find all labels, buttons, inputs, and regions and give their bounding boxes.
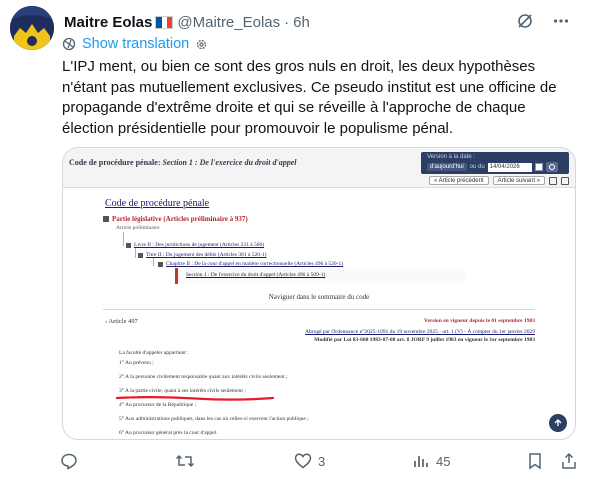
header-icons xyxy=(516,12,570,30)
next-article-button[interactable]: Article suivant » xyxy=(492,176,545,185)
code-title[interactable]: Code de procédure pénale xyxy=(105,198,209,209)
translation-settings-icon[interactable] xyxy=(195,38,208,51)
reply-icon xyxy=(61,453,77,470)
share-button[interactable] xyxy=(561,452,577,470)
partie-legislative[interactable]: Partie législative (Articles préliminair… xyxy=(112,215,248,223)
views-button[interactable]: 45 xyxy=(412,452,450,470)
like-button[interactable]: 3 xyxy=(294,452,325,470)
bookmark-button[interactable] xyxy=(527,452,543,470)
article-label: Article 497 xyxy=(108,318,138,325)
tree-livre[interactable]: Livre II : Des juridictions de jugement … xyxy=(126,242,264,248)
tree-chapitre[interactable]: Chapitre II : De la cour d'appel en mati… xyxy=(158,261,343,267)
retweet-icon xyxy=(175,454,195,468)
article-line: 2° A la personne civilement responsable … xyxy=(119,374,288,380)
tree-titre[interactable]: Titre II : Du jugement des délits (Artic… xyxy=(138,252,266,258)
article-line: 5° Aux administrations publiques, dans l… xyxy=(119,416,309,422)
red-underline-annotation xyxy=(115,396,275,401)
reply-button[interactable] xyxy=(60,452,84,470)
heart-icon xyxy=(294,453,312,469)
legifrance-toolbar: Code de procédure pénale: Section 1 : De… xyxy=(63,148,575,188)
calendar-icon[interactable] xyxy=(534,163,543,171)
modification-note: Modifié par Loi 83-608 1983-07-08 art. 8… xyxy=(314,337,535,343)
article-line: 1° Au prévenu ; xyxy=(119,360,154,366)
article-line: La faculté d'appeler appartient : xyxy=(119,350,189,356)
more-options-icon[interactable] xyxy=(552,12,570,30)
retweet-button[interactable] xyxy=(175,452,201,470)
chapitre-label[interactable]: Chapitre II : De la cour d'appel en mati… xyxy=(166,261,343,267)
article-line: 4° Au procureur de la République ; xyxy=(119,402,197,408)
date-label: Version à la date : xyxy=(427,154,476,160)
divider xyxy=(103,309,535,310)
grok-icon[interactable] xyxy=(516,12,534,30)
collapse-icon[interactable] xyxy=(103,216,109,222)
like-count: 3 xyxy=(318,453,326,469)
author-avatar[interactable] xyxy=(10,6,54,50)
tree-line xyxy=(123,232,124,246)
legifrance-header-title: Code de procédure pénale: Section 1 : De… xyxy=(69,158,296,167)
tweet-actions: 3 45 xyxy=(0,452,592,476)
author-name[interactable]: Maitre Eolas xyxy=(64,14,152,31)
legifrance-content: Code de procédure pénale Partie législat… xyxy=(63,189,575,439)
separator-dot: · xyxy=(284,13,290,31)
partie-row: Partie législative (Articles préliminair… xyxy=(103,215,248,223)
today-button[interactable]: d'aujourd'hui xyxy=(427,163,467,171)
header-prefix: Code de procédure pénale: xyxy=(69,158,161,167)
date-input[interactable]: 14/04/2026 xyxy=(487,162,532,172)
previous-article-button[interactable]: « Article précédent xyxy=(428,176,489,185)
version-status: Version en vigueur depuis le 01 septembr… xyxy=(424,318,535,324)
tweet-header: Maitre Eolas @Maitre_Eolas · 6h xyxy=(64,12,584,32)
copy-icon[interactable] xyxy=(561,176,569,185)
article-number[interactable]: › Article 497 xyxy=(105,318,138,325)
tweet-text: L'IPJ ment, ou bien ce sont des gros nul… xyxy=(62,58,557,137)
navigate-summary[interactable]: Naviguer dans le sommaire du code xyxy=(63,293,575,301)
collapse-icon[interactable] xyxy=(138,252,143,258)
abrogation-link[interactable]: Abrogé par Ordonnance n°2025-1091 du 19 … xyxy=(305,329,535,335)
header-section: Section 1 : De l'exercice du droit d'app… xyxy=(162,158,297,167)
attached-image[interactable]: Code de procédure pénale: Section 1 : De… xyxy=(62,147,576,440)
current-section[interactable]: Section 1 : De l'exercice du droit d'app… xyxy=(175,268,465,284)
tree-line xyxy=(153,258,154,266)
date-or-label: ou du xyxy=(469,164,485,170)
titre-label[interactable]: Titre II : Du jugement des délits (Artic… xyxy=(146,252,266,258)
section-label[interactable]: Section 1 : De l'exercice du droit d'app… xyxy=(186,272,325,278)
tree-line xyxy=(135,248,136,258)
collapse-icon[interactable] xyxy=(126,242,131,248)
share-icon xyxy=(562,452,576,469)
show-translation-link[interactable]: Show translation xyxy=(82,36,189,52)
tweet-time[interactable]: 6h xyxy=(293,14,310,31)
article-line: 6° Au procureur général près la cour d'a… xyxy=(119,430,218,436)
article-nav: « Article précédent Article suivant » xyxy=(428,176,569,185)
livre-label[interactable]: Livre II : Des juridictions de jugement … xyxy=(134,242,264,248)
search-icon[interactable] xyxy=(545,162,558,172)
print-icon[interactable] xyxy=(549,176,557,185)
scroll-top-button[interactable] xyxy=(549,414,567,432)
french-flag-icon xyxy=(155,15,174,29)
collapse-icon[interactable] xyxy=(158,261,163,267)
version-date-box: Version à la date : d'aujourd'hui ou du … xyxy=(421,152,569,174)
arrow-up-icon xyxy=(554,419,562,426)
views-count: 45 xyxy=(436,453,451,469)
article-preliminaire[interactable]: Article préliminaire xyxy=(116,225,160,231)
date-row: d'aujourd'hui ou du 14/04/2026 xyxy=(427,162,558,172)
translate-icon xyxy=(62,37,76,51)
show-translation[interactable]: Show translation xyxy=(62,36,208,52)
author-handle[interactable]: @Maitre_Eolas xyxy=(177,14,280,31)
bookmark-icon xyxy=(529,453,541,470)
views-icon xyxy=(414,456,428,467)
article-line-highlighted: 3° A la partie civile, quant à ses intér… xyxy=(119,388,246,394)
